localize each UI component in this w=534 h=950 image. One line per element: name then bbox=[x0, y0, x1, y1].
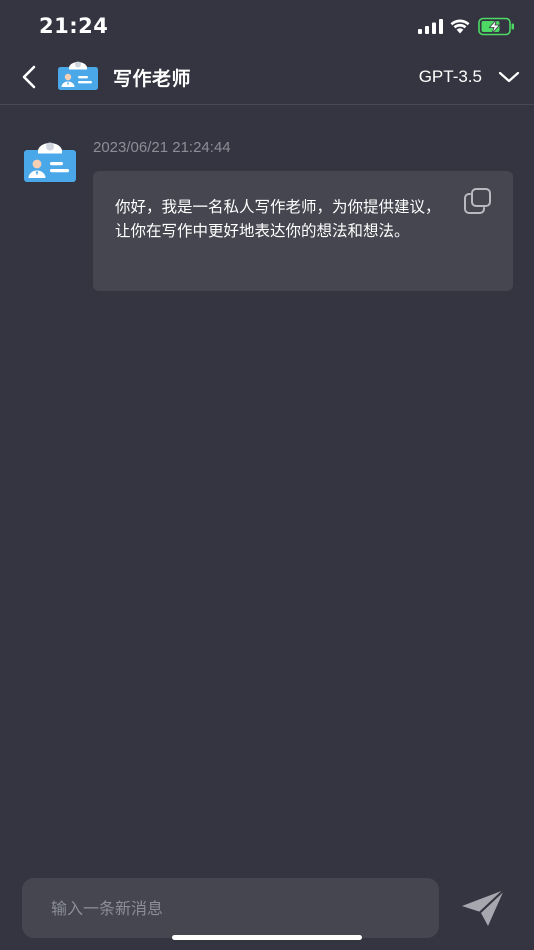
message-input[interactable] bbox=[22, 878, 439, 938]
model-label: GPT-3.5 bbox=[418, 67, 482, 86]
send-icon[interactable] bbox=[459, 887, 507, 929]
home-indicator bbox=[172, 935, 362, 940]
back-button[interactable] bbox=[14, 60, 44, 94]
teacher-badge-icon bbox=[58, 61, 98, 90]
chevron-left-icon bbox=[22, 65, 36, 89]
message-text: 你好，我是一名私人写作老师，为你提供建议，让你在写作中更好地表达你的想法和想法。 bbox=[115, 198, 441, 240]
battery-charging-icon bbox=[478, 17, 514, 36]
cellular-signal-icon bbox=[418, 19, 443, 34]
message-timestamp: 2023/06/21 21:24:44 bbox=[93, 139, 231, 156]
chevron-down-icon bbox=[498, 71, 520, 83]
page-title: 写作老师 bbox=[113, 68, 192, 90]
nav-bar: 写作老师 GPT-3.5 bbox=[0, 54, 534, 105]
status-bar: 21:24 bbox=[0, 0, 534, 54]
message-input-box bbox=[22, 878, 439, 938]
model-selector[interactable]: GPT-3.5 bbox=[419, 62, 520, 92]
teacher-badge-icon bbox=[24, 142, 76, 182]
status-time: 21:24 bbox=[39, 14, 109, 38]
wifi-icon bbox=[450, 19, 470, 34]
message-bubble: 你好，我是一名私人写作老师，为你提供建议，让你在写作中更好地表达你的想法和想法。 bbox=[93, 171, 513, 291]
copy-icon[interactable] bbox=[463, 187, 493, 215]
